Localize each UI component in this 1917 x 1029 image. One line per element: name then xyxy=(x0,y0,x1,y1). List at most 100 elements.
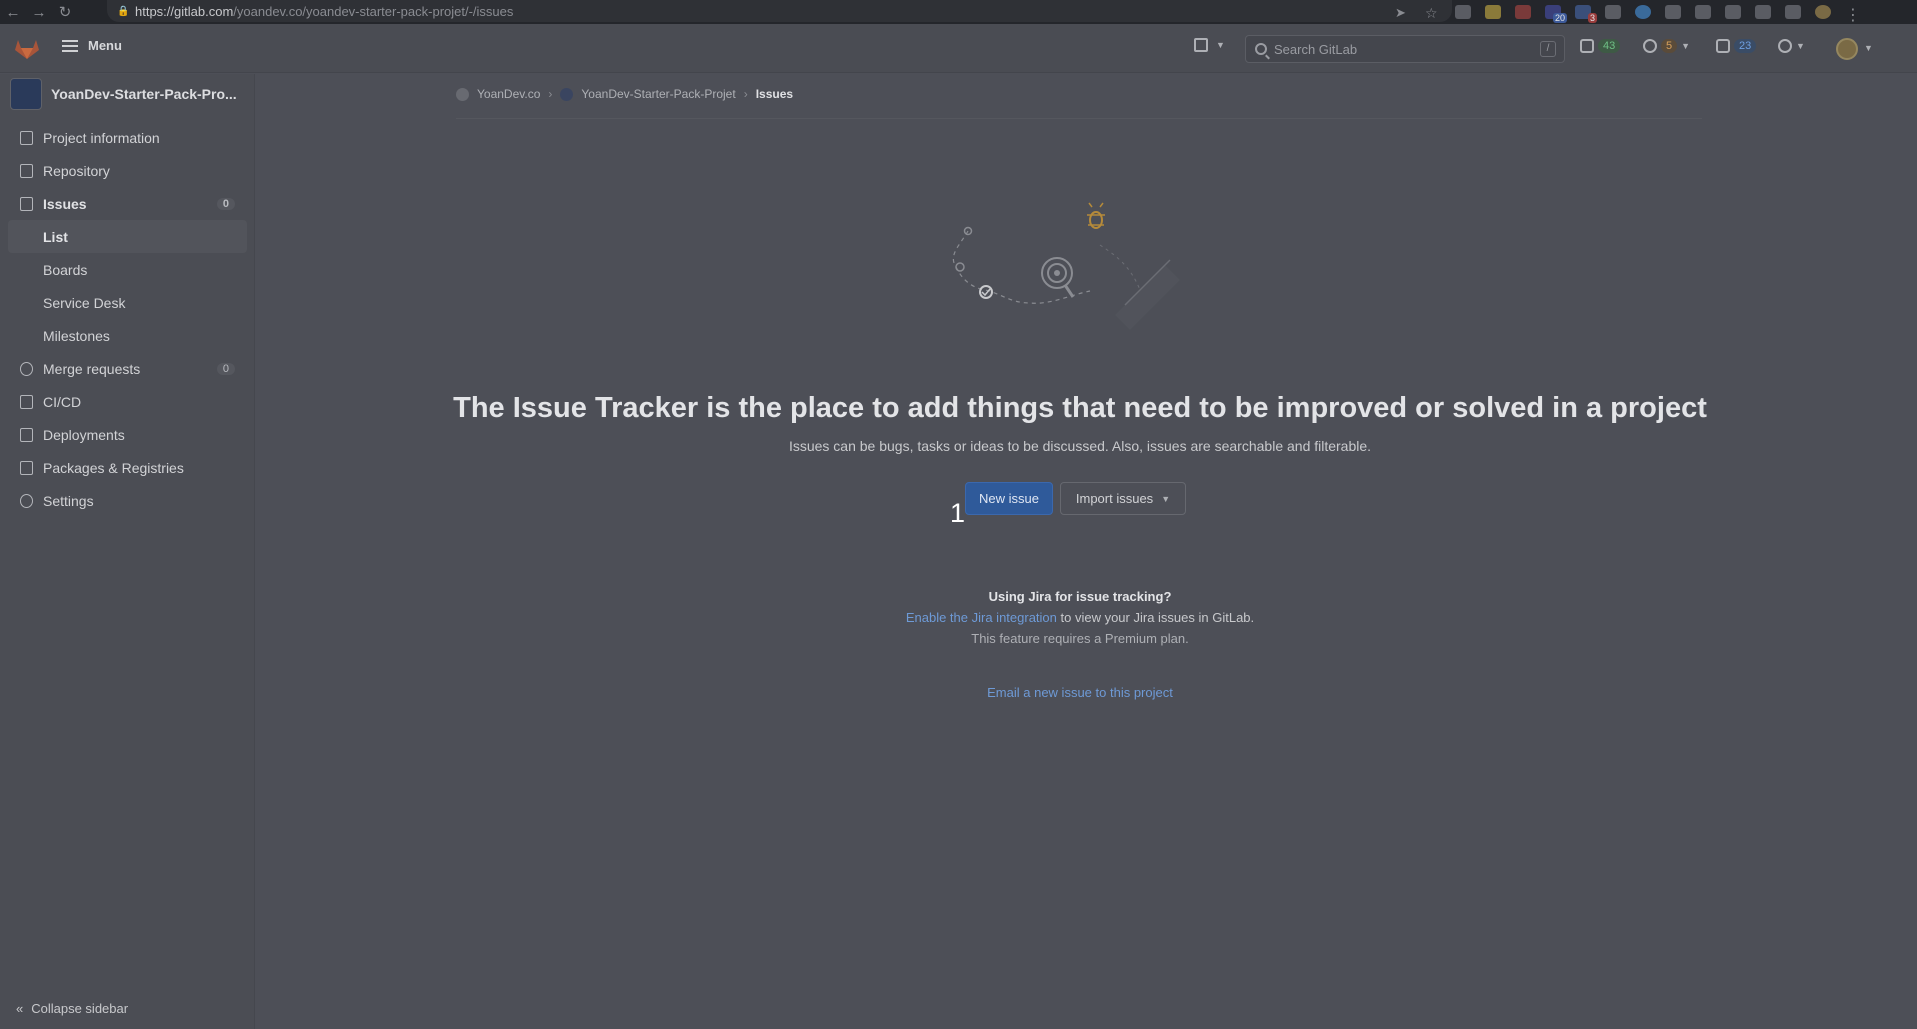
extension-icon[interactable]: 20 xyxy=(1545,5,1567,23)
sidebar-item-label: Repository xyxy=(43,162,110,179)
browser-toolbar: ← → ↻ 🔒 https://gitlab.com /yoandev.co/y… xyxy=(0,0,1917,24)
search-icon xyxy=(1255,43,1267,55)
email-new-issue-link[interactable]: Email a new issue to this project xyxy=(300,685,1860,700)
breadcrumb-group-link[interactable]: YoanDev.co xyxy=(477,87,540,101)
sidebar-item-repository[interactable]: Repository xyxy=(0,154,255,187)
gitlab-logo-icon[interactable] xyxy=(14,38,40,60)
extension-icon[interactable] xyxy=(1665,5,1681,19)
extension-icon[interactable] xyxy=(1605,5,1621,19)
sidebar-item-ci-cd[interactable]: CI/CD xyxy=(0,385,255,418)
empty-state-title: The Issue Tracker is the place to add th… xyxy=(453,392,1707,424)
project-name: YoanDev-Starter-Pack-Pro... xyxy=(51,86,237,102)
chevron-down-icon[interactable]: ▼ xyxy=(1864,43,1873,53)
sidebar-item-merge-requests[interactable]: Merge requests 0 xyxy=(0,352,255,385)
url-host: https://gitlab.com xyxy=(135,3,234,19)
menu-button[interactable]: Menu xyxy=(62,38,122,53)
project-header[interactable]: YoanDev-Starter-Pack-Pro... xyxy=(10,78,237,110)
help-dropdown[interactable]: ▼ xyxy=(1778,39,1805,53)
kebab-menu-icon[interactable]: ⋮ xyxy=(1845,5,1861,24)
gear-icon xyxy=(20,493,33,508)
sidebar-item-label: Project information xyxy=(43,129,160,146)
deploy-icon xyxy=(20,427,33,442)
sidebar-item-project-information[interactable]: Project information xyxy=(0,121,255,154)
plus-square-icon xyxy=(1194,38,1208,52)
sidebar-item-issues[interactable]: Issues 0 xyxy=(0,187,255,220)
create-new-dropdown[interactable]: ▼ xyxy=(1194,38,1225,52)
sidebar-item-label: Service Desk xyxy=(43,294,126,311)
breadcrumb-current[interactable]: Issues xyxy=(756,87,793,101)
import-issues-dropdown[interactable]: Import issues ▼ xyxy=(1060,482,1186,515)
extension-icon[interactable] xyxy=(1515,5,1531,19)
collapse-sidebar-button[interactable]: « Collapse sidebar xyxy=(16,1001,128,1016)
rocket-icon xyxy=(20,394,33,409)
sidebar-item-label: List xyxy=(43,228,68,245)
send-icon[interactable]: ➤ xyxy=(1395,5,1411,20)
merge-requests-dropdown[interactable]: 5 ▼ xyxy=(1643,39,1690,53)
sidebar-item-boards[interactable]: Boards xyxy=(0,253,255,286)
chevron-down-icon: ▼ xyxy=(1681,41,1691,51)
jira-premium-note: This feature requires a Premium plan. xyxy=(971,631,1189,646)
import-issues-label: Import issues xyxy=(1075,491,1154,506)
sidebar-item-deployments[interactable]: Deployments xyxy=(0,418,255,451)
issues-icon xyxy=(20,196,33,211)
extension-strip: ➤ ☆ 20 3 ⋮ xyxy=(1395,0,1861,24)
breadcrumb-separator: › xyxy=(548,87,553,101)
extension-icon[interactable] xyxy=(1695,5,1711,19)
sidebar-item-label: Settings xyxy=(43,492,94,509)
back-arrow-icon[interactable]: ← xyxy=(0,0,26,24)
merge-requests-count-badge: 5 xyxy=(1661,39,1678,53)
extension-icon[interactable] xyxy=(1635,5,1651,19)
sidebar-item-packages-registries[interactable]: Packages & Registries xyxy=(0,451,255,484)
sidebar-item-label: Milestones xyxy=(43,327,110,344)
new-issue-button[interactable]: New issue xyxy=(965,482,1053,515)
top-navigation: Menu ▼ Search GitLab / 43 5 ▼ 23 ▼ ▼ xyxy=(0,24,1917,73)
sidebar-item-label: CI/CD xyxy=(43,393,82,410)
hamburger-icon xyxy=(62,39,78,52)
puzzle-icon[interactable] xyxy=(1725,5,1741,19)
search-placeholder: Search GitLab xyxy=(1274,41,1358,57)
sidebar-item-label: Packages & Registries xyxy=(43,459,184,476)
sidebar-item-list[interactable]: List xyxy=(8,220,247,253)
extension-icon[interactable]: 3 xyxy=(1575,5,1597,23)
reload-icon[interactable]: ↻ xyxy=(52,0,78,24)
search-shortcut-key: / xyxy=(1540,41,1556,57)
lock-icon: 🔒 xyxy=(117,6,130,17)
chevron-down-icon: ▼ xyxy=(1216,40,1225,50)
extension-badge: 3 xyxy=(1587,13,1597,23)
sidebar-item-settings[interactable]: Settings xyxy=(0,484,255,517)
doc-icon xyxy=(20,163,33,178)
group-avatar xyxy=(456,87,469,101)
project-avatar xyxy=(560,87,574,101)
sidebar-toggle-icon[interactable] xyxy=(1785,5,1801,19)
merge-icon xyxy=(20,361,33,376)
sidebar-nav: Project information Repository Issues 0 … xyxy=(0,121,255,517)
sidebar-item-label: Boards xyxy=(43,261,88,278)
menu-label: Menu xyxy=(88,38,122,53)
sidebar-item-milestones[interactable]: Milestones xyxy=(0,319,255,352)
jira-heading: Using Jira for issue tracking? xyxy=(988,589,1172,604)
issues-count-badge: 0 xyxy=(216,197,235,210)
jira-description: Enable the Jira integration to view your… xyxy=(300,610,1860,625)
profile-icon[interactable] xyxy=(1815,5,1831,19)
merge-request-icon xyxy=(1643,39,1657,53)
enable-jira-link[interactable]: Enable the Jira integration xyxy=(906,610,1057,625)
sidebar-item-label: Merge requests xyxy=(43,360,141,377)
package-icon xyxy=(20,460,33,475)
address-bar[interactable]: 🔒 https://gitlab.com /yoandev.co/yoandev… xyxy=(107,0,1452,22)
user-avatar[interactable] xyxy=(1836,38,1858,60)
star-icon[interactable]: ☆ xyxy=(1425,5,1441,21)
help-icon xyxy=(1778,39,1792,53)
issues-shortcut[interactable]: 43 xyxy=(1580,39,1621,53)
sidebar-item-service-desk[interactable]: Service Desk xyxy=(0,286,255,319)
todos-shortcut[interactable]: 23 xyxy=(1716,39,1757,53)
breadcrumb-project-link[interactable]: YoanDev-Starter-Pack-Projet xyxy=(581,87,735,101)
extension-icon[interactable] xyxy=(1455,5,1471,19)
extension-icon[interactable] xyxy=(1485,5,1501,19)
search-input[interactable]: Search GitLab / xyxy=(1245,35,1565,63)
issues-count-badge: 43 xyxy=(1598,39,1621,53)
forward-arrow-icon[interactable]: → xyxy=(26,0,52,24)
double-chevron-left-icon: « xyxy=(16,1001,24,1016)
empty-state-description: Issues can be bugs, tasks or ideas to be… xyxy=(788,438,1372,454)
playlist-icon[interactable] xyxy=(1755,5,1771,19)
breadcrumb-separator: › xyxy=(743,87,748,101)
